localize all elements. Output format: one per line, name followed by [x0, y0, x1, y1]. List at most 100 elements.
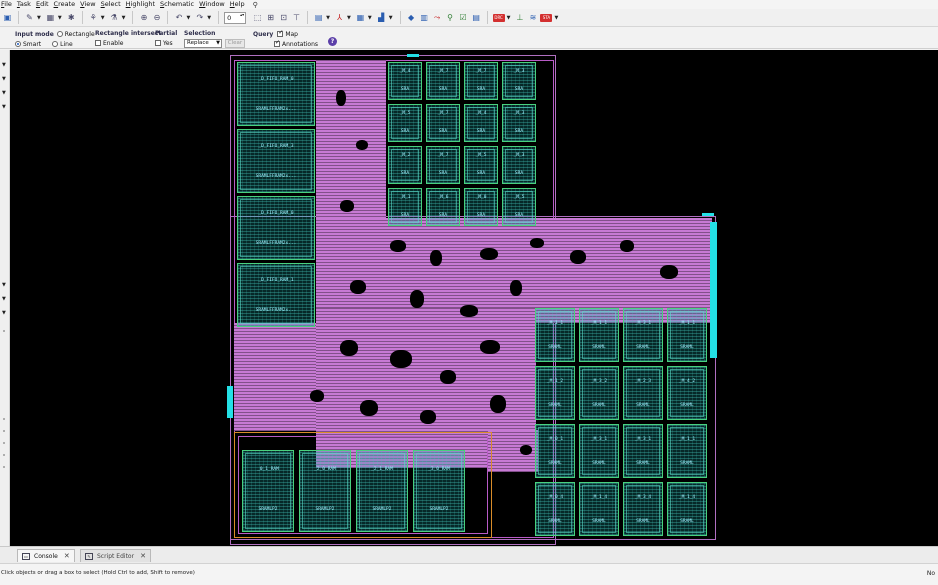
menu-help[interactable]: Help	[230, 0, 250, 9]
sram-macro[interactable]: _M_0_1 SRAML	[535, 424, 575, 478]
sram-macro[interactable]: _M_1 SRA	[388, 188, 422, 226]
io-pin-bar[interactable]	[227, 386, 233, 418]
cross-probe-icon[interactable]: ⚲	[445, 12, 456, 23]
tree-icon[interactable]: ⅄	[334, 12, 345, 23]
rectangle-radio[interactable]	[56, 31, 63, 37]
chevron-down-icon[interactable]: ▼	[368, 15, 372, 21]
redo-icon[interactable]: ↷	[194, 12, 205, 23]
sram-macro[interactable]: _M_1_1 SRAML	[667, 424, 707, 478]
menu-edit[interactable]: Edit	[36, 0, 54, 9]
sram-macro[interactable]: _M_3_1 SRAML	[579, 424, 619, 478]
sram-macro[interactable]: _M_0_4 SRAML	[535, 482, 575, 536]
menu-window[interactable]: Window	[199, 0, 230, 9]
chevron-down-icon[interactable]: ▼	[122, 15, 126, 21]
sram-macro[interactable]: _M_4 SRA	[464, 104, 498, 142]
save-icon[interactable]: ▣	[2, 12, 13, 23]
sram-macro[interactable]: _3_0_RAM SRAMLP2	[413, 450, 465, 532]
zoom-level-spinner[interactable]: 0	[224, 11, 247, 24]
sram-macro[interactable]: _M_1_1 SRAML	[667, 308, 707, 362]
menu-file[interactable]: File	[1, 0, 17, 9]
sram-macro[interactable]: _M_7 SRA	[426, 104, 460, 142]
chart-icon[interactable]: ▟	[376, 12, 387, 23]
cell-icon[interactable]: ⊡	[278, 12, 289, 23]
sram-macro[interactable]: _D_FIFO_RAM_3 SRAMLFFRAM2x...	[237, 129, 315, 193]
stack-icon[interactable]: ▤	[471, 12, 482, 23]
ruler-icon[interactable]: ▦	[45, 12, 56, 23]
clear-button[interactable]: Clear	[225, 38, 245, 48]
sram-macro[interactable]: _M_1_2 SRAML	[535, 366, 575, 420]
menu-create[interactable]: Create	[54, 0, 81, 9]
menu-highlight[interactable]: Highlight	[126, 0, 160, 9]
sram-macro[interactable]: _M_7 SRA	[426, 146, 460, 184]
sram-macro[interactable]: _M_3 SRA	[502, 104, 536, 142]
layers-icon[interactable]: ▥	[419, 12, 430, 23]
chevron-down-icon[interactable]: ▼	[186, 15, 190, 21]
close-icon[interactable]: ✕	[140, 552, 146, 560]
pen-icon[interactable]: ✎	[24, 12, 35, 23]
message-icon[interactable]: ▤	[313, 12, 324, 23]
sram-macro[interactable]: _M_3_2 SRAML	[579, 366, 619, 420]
help-button[interactable]: ?	[328, 37, 337, 46]
sram-macro[interactable]: _D_FIFO_RAM_0 SRAMLFFRAM2x...	[237, 196, 315, 260]
chevron-down-icon[interactable]: ▼	[101, 15, 105, 21]
sram-macro[interactable]: _M_1_1 SRAML	[579, 308, 619, 362]
route-icon[interactable]: ◆	[406, 12, 417, 23]
partial-yes-checkbox[interactable]	[155, 40, 161, 46]
collapse-arrow-icon[interactable]: ▼	[2, 104, 6, 110]
menu-view[interactable]: View	[80, 0, 100, 9]
undo-icon[interactable]: ↶	[173, 12, 184, 23]
graph-icon[interactable]: ⤳	[432, 12, 443, 23]
sram-macro[interactable]: _0_1_RAM SRAMLP2	[242, 450, 294, 532]
menu-task[interactable]: Task	[17, 0, 36, 9]
annotations-checkbox[interactable]	[274, 39, 280, 47]
network-icon[interactable]: ⚘	[88, 12, 99, 23]
smart-radio[interactable]	[15, 41, 21, 47]
timing-icon[interactable]: ≋	[527, 12, 538, 23]
help-icon[interactable]: ?	[328, 37, 337, 46]
tab-console[interactable]: ▭ Console ✕	[17, 549, 75, 562]
tab-script-editor[interactable]: ✎ Script Editor ✕	[80, 549, 151, 562]
sram-macro[interactable]: _M_3_1 SRAML	[623, 308, 663, 362]
zoom-out-icon[interactable]: ⊖	[151, 12, 162, 23]
enable-checkbox[interactable]	[95, 40, 101, 46]
chevron-down-icon[interactable]: ▼	[507, 15, 511, 21]
report-icon[interactable]: ⊥	[514, 12, 525, 23]
sram-macro[interactable]: _M_3 SRA	[502, 62, 536, 100]
io-pin-bar[interactable]	[407, 54, 419, 57]
sram-macro[interactable]: _M_5 SRA	[388, 104, 422, 142]
collapse-arrow-icon[interactable]: ▼	[2, 282, 6, 288]
grid-icon[interactable]: ▦	[355, 12, 366, 23]
hierarchy-icon[interactable]: ⊞	[265, 12, 276, 23]
flatten-icon[interactable]: ⊤	[291, 12, 302, 23]
sram-macro[interactable]: _M_1_4 SRAML	[667, 482, 707, 536]
chevron-down-icon[interactable]: ▼	[37, 15, 41, 21]
close-icon[interactable]: ✕	[64, 552, 70, 560]
sram-macro[interactable]: _M_2_3 SRAML	[623, 366, 663, 420]
checklist-icon[interactable]: ☑	[458, 12, 469, 23]
sram-macro[interactable]: _M_5 SRA	[464, 146, 498, 184]
sram-macro[interactable]: _D_FIFO_RAM_0 SRAMLFFRAM2x...	[237, 62, 315, 126]
chevron-down-icon[interactable]: ▼	[58, 15, 62, 21]
sram-macro[interactable]: _2_0_RAM SRAMLP2	[299, 450, 351, 532]
chevron-down-icon[interactable]: ▼	[326, 15, 330, 21]
sram-macro[interactable]: _M_7 SRA	[426, 62, 460, 100]
io-pin-bar[interactable]	[710, 222, 717, 358]
sram-macro[interactable]: _M_2 SRA	[388, 146, 422, 184]
line-radio[interactable]	[52, 41, 59, 47]
collapse-arrow-icon[interactable]: ▼	[2, 310, 6, 316]
sram-macro[interactable]: _M_1_4 SRAML	[579, 482, 619, 536]
sram-macro[interactable]: _D_FIFO_RAM_1 SRAMLFFRAM2x...	[237, 263, 315, 327]
sram-macro[interactable]: _M_3 SRA	[502, 146, 536, 184]
select-region-icon[interactable]: ⬚	[252, 12, 263, 23]
search-icon[interactable]: ⚲	[253, 1, 258, 9]
sram-macro[interactable]: _M_4_2 SRAML	[667, 366, 707, 420]
menu-schematic[interactable]: Schematic	[160, 0, 199, 9]
sram-macro[interactable]: _M_0 SRA	[464, 188, 498, 226]
snowflake-icon[interactable]: ✱	[66, 12, 77, 23]
collapse-arrow-icon[interactable]: ▼	[2, 90, 6, 96]
collapse-arrow-icon[interactable]: ▼	[2, 76, 6, 82]
map-checkbox[interactable]	[277, 29, 283, 37]
sram-macro[interactable]: _M_5 SRA	[502, 188, 536, 226]
sram-macro[interactable]: _M_3_4 SRAML	[623, 482, 663, 536]
io-pin-bar[interactable]	[702, 213, 714, 216]
